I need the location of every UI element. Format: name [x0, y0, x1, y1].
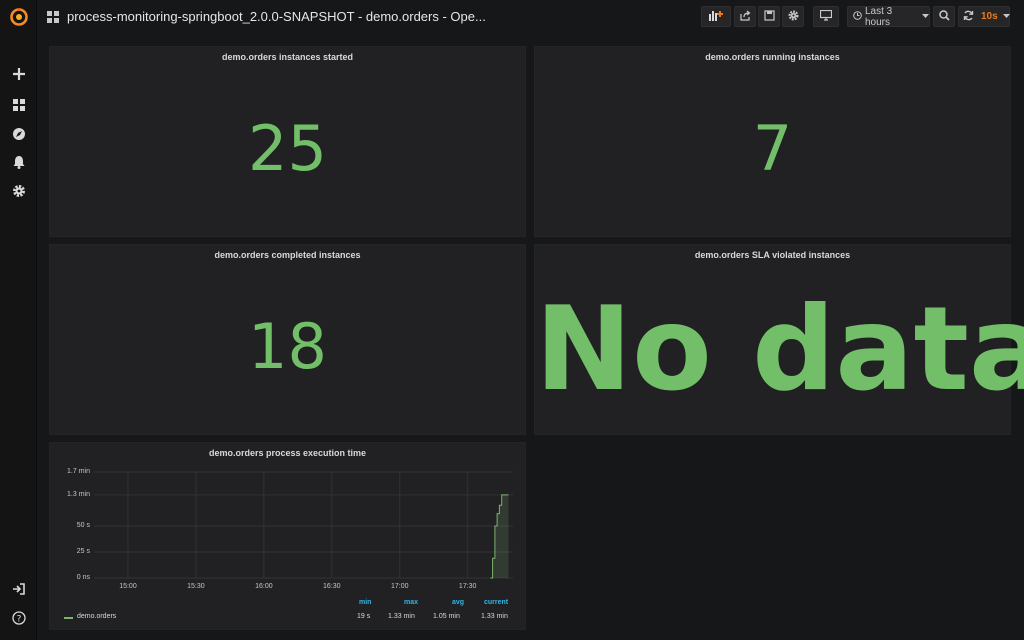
share-button[interactable] — [734, 6, 756, 27]
refresh-icon — [963, 10, 974, 24]
bell-icon[interactable] — [0, 151, 37, 173]
legend-header-min[interactable]: min — [359, 599, 371, 606]
explore-compass-icon[interactable] — [0, 123, 37, 145]
panel-title[interactable]: demo.orders running instances — [535, 52, 1010, 62]
refresh-interval-label: 10s — [981, 11, 998, 22]
dashboards-icon[interactable] — [0, 94, 37, 116]
add-panel-button[interactable] — [701, 6, 731, 27]
legend-header-avg[interactable]: avg — [452, 599, 464, 606]
top-navbar: process-monitoring-springboot_2.0.0-SNAP… — [37, 0, 1024, 36]
plus-icon[interactable] — [0, 63, 37, 85]
time-range-picker[interactable]: Last 3 hours — [847, 5, 930, 28]
panel-title[interactable]: demo.orders completed instances — [50, 250, 525, 260]
clock-icon — [853, 10, 862, 23]
svg-text:?: ? — [16, 614, 21, 624]
panel-title[interactable]: demo.orders instances started — [50, 52, 525, 62]
legend-header-max[interactable]: max — [404, 599, 418, 606]
stat-value: 7 — [752, 112, 793, 185]
panel-sla-violated-instances[interactable]: demo.orders SLA violated instances No da… — [534, 244, 1024, 435]
refresh-picker[interactable]: 10s — [958, 6, 1010, 27]
caret-down-icon — [1002, 11, 1010, 22]
legend-current-value: 1.33 min — [481, 613, 508, 620]
legend-header-current[interactable]: current — [484, 599, 508, 606]
caret-down-icon — [922, 11, 929, 22]
settings-button[interactable] — [782, 6, 804, 27]
panel-process-execution-time[interactable]: demo.orders process execution time 1.7 m… — [49, 442, 526, 630]
dashboard-grid-icon — [47, 10, 59, 28]
monitor-icon — [819, 9, 833, 24]
gear-icon — [788, 10, 799, 24]
time-range-label: Last 3 hours — [865, 5, 893, 28]
legend-series-swatch — [64, 617, 73, 619]
add-panel-icon — [708, 9, 724, 24]
legend-avg-value: 1.05 min — [433, 613, 460, 620]
legend-min-value: 19 s — [357, 613, 371, 620]
gear-icon[interactable] — [0, 180, 37, 202]
grafana-logo-icon[interactable] — [0, 6, 37, 28]
help-icon[interactable]: ? — [0, 607, 37, 629]
legend-max-value: 1.33 min — [388, 613, 415, 620]
search-minus-icon — [938, 9, 950, 24]
panel-running-instances[interactable]: demo.orders running instances 7 — [534, 46, 1011, 237]
save-button[interactable] — [758, 6, 780, 27]
panel-instances-started[interactable]: demo.orders instances started 25 — [49, 46, 526, 237]
no-data-value: No data — [535, 282, 1024, 417]
sign-in-icon[interactable] — [0, 578, 37, 600]
panel-title[interactable]: demo.orders SLA violated instances — [535, 250, 1010, 260]
sidebar: ? — [0, 0, 37, 640]
stat-value: 25 — [248, 112, 327, 185]
cycle-view-mode-button[interactable] — [813, 6, 839, 27]
panel-completed-instances[interactable]: demo.orders completed instances 18 — [49, 244, 526, 435]
save-icon — [763, 9, 775, 24]
dashboard-title[interactable]: process-monitoring-springboot_2.0.0-SNAP… — [67, 9, 486, 24]
stat-value: 18 — [248, 310, 327, 383]
legend-series-name[interactable]: demo.orders — [77, 613, 116, 620]
zoom-out-button[interactable] — [933, 6, 955, 27]
share-icon — [739, 10, 751, 24]
